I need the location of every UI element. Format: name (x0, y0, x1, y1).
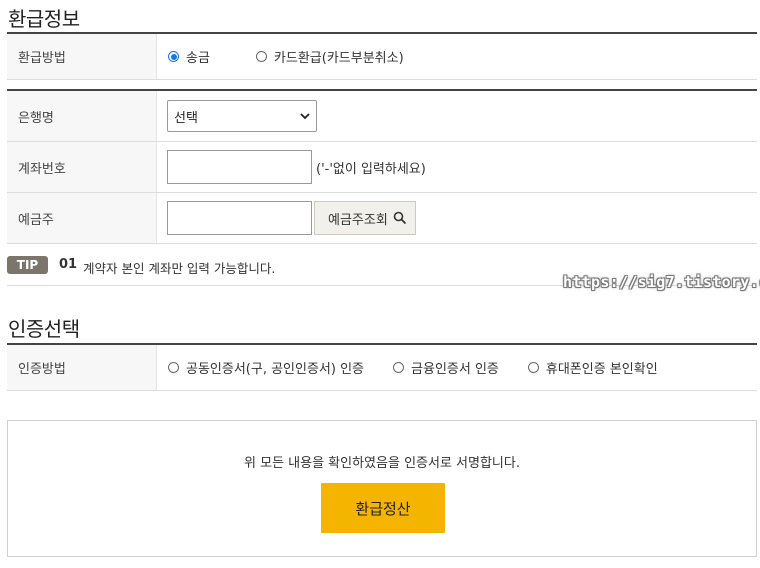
radio-joint-certificate-indicator[interactable] (168, 362, 179, 373)
account-number-cell: ('-'없이 입력하세요) (157, 142, 757, 192)
account-holder-input[interactable] (167, 201, 312, 235)
auth-method-row: 인증방법 공동인증서(구, 공인인증서) 인증 금융인증서 인증 휴대폰인증 본… (7, 345, 757, 391)
radio-financial-certificate[interactable]: 금융인증서 인증 (393, 358, 499, 377)
confirm-box: 위 모든 내용을 확인하였음을 인증서로 서명합니다. 환급정산 (7, 420, 757, 557)
holder-lookup-button[interactable]: 예금주조회 (314, 201, 416, 235)
refund-section-title: 환급정보 (8, 7, 80, 31)
holder-lookup-label: 예금주조회 (328, 212, 388, 228)
radio-financial-certificate-indicator[interactable] (393, 362, 405, 373)
confirm-text: 위 모든 내용을 확인하였음을 인증서로 서명합니다. (244, 456, 520, 471)
tip-text: 계약자 본인 계좌만 입력 가능합니다. (83, 261, 276, 276)
tip-number: 01 (59, 257, 78, 272)
auth-method-table: 인증방법 공동인증서(구, 공인인증서) 인증 금융인증서 인증 휴대폰인증 본… (7, 343, 757, 391)
account-table: 은행명 선택 계좌번호 ('-'없이 입력하세요) 예금주 예금주조회 (7, 89, 757, 244)
bank-select-value: 선택 (174, 110, 198, 126)
account-number-hint: ('-'없이 입력하세요) (316, 161, 426, 177)
account-holder-row: 예금주 예금주조회 (7, 193, 757, 244)
radio-transfer[interactable]: 송금 (168, 47, 210, 66)
bank-label: 은행명 (7, 91, 157, 141)
refund-method-table: 환급방법 송금 카드환급(카드부분취소) (7, 32, 757, 80)
bank-select[interactable]: 선택 (167, 100, 317, 132)
radio-phone-verification[interactable]: 휴대폰인증 본인확인 (527, 358, 658, 377)
refund-method-label: 환급방법 (7, 34, 157, 79)
radio-joint-certificate-label: 공동인증서(구, 공인인증서) 인증 (186, 362, 365, 377)
auth-section-title: 인증선택 (8, 317, 80, 341)
refund-method-options: 송금 카드환급(카드부분취소) (157, 34, 757, 79)
radio-transfer-indicator[interactable] (168, 51, 179, 62)
radio-phone-verification-label: 휴대폰인증 본인확인 (545, 362, 658, 377)
radio-phone-verification-indicator[interactable] (527, 362, 539, 373)
radio-card-refund-indicator[interactable] (255, 51, 267, 62)
account-number-row: 계좌번호 ('-'없이 입력하세요) (7, 142, 757, 193)
tip-badge: TIP (7, 256, 48, 274)
radio-transfer-label: 송금 (186, 51, 210, 66)
bank-cell: 선택 (157, 91, 757, 141)
radio-card-refund[interactable]: 카드환급(카드부분취소) (255, 47, 404, 66)
watermark: https://sig7.tistory.com (563, 273, 760, 291)
search-icon (393, 211, 407, 225)
account-holder-label: 예금주 (7, 193, 157, 243)
auth-method-label: 인증방법 (7, 345, 157, 390)
account-number-input[interactable] (167, 150, 312, 184)
radio-financial-certificate-label: 금융인증서 인증 (411, 362, 499, 377)
chevron-down-icon (300, 109, 310, 124)
bank-row: 은행명 선택 (7, 91, 757, 142)
account-number-label: 계좌번호 (7, 142, 157, 192)
radio-card-refund-label: 카드환급(카드부분취소) (273, 51, 404, 66)
radio-joint-certificate[interactable]: 공동인증서(구, 공인인증서) 인증 (168, 358, 364, 377)
refund-settle-button[interactable]: 환급정산 (321, 483, 445, 533)
auth-method-options: 공동인증서(구, 공인인증서) 인증 금융인증서 인증 휴대폰인증 본인확인 (157, 345, 757, 390)
account-holder-cell: 예금주조회 (157, 193, 757, 243)
refund-method-row: 환급방법 송금 카드환급(카드부분취소) (7, 34, 757, 80)
